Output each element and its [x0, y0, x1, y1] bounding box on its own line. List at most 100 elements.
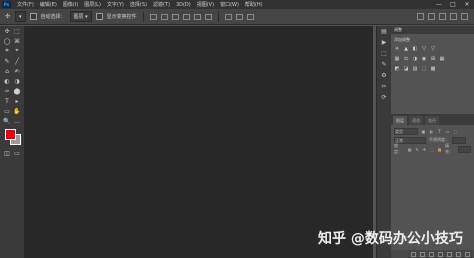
- brush-panel-icon[interactable]: ✎: [377, 59, 391, 70]
- menu-image[interactable]: 图像(I): [60, 1, 81, 8]
- minimize-button[interactable]: —: [432, 1, 446, 8]
- actions-panel-icon[interactable]: ▶: [377, 37, 391, 48]
- link-layers-icon[interactable]: [411, 251, 416, 257]
- lock-pixels-icon[interactable]: ▦: [408, 147, 412, 152]
- new-layer-icon[interactable]: [456, 251, 461, 257]
- brush-tool-icon[interactable]: ╱: [14, 58, 21, 65]
- tool-preset-picker[interactable]: ▾: [15, 11, 26, 22]
- eraser-tool-icon[interactable]: ◐: [4, 78, 11, 85]
- 3d-mode-icon[interactable]: [417, 13, 424, 20]
- foreground-color-swatch[interactable]: [5, 129, 16, 140]
- 3d-mode-icon[interactable]: [428, 13, 435, 20]
- color-balance-icon[interactable]: ⚖: [403, 56, 409, 62]
- eyedropper-tool-icon[interactable]: ⌖: [14, 47, 21, 55]
- distribute-icon[interactable]: [235, 13, 243, 20]
- marquee-tool-icon[interactable]: ⬚: [14, 28, 21, 35]
- align-left-icon[interactable]: [149, 13, 157, 20]
- 3d-mode-icon[interactable]: [450, 13, 457, 20]
- pen-tool-icon[interactable]: ✑: [4, 88, 11, 95]
- screen-mode-icon[interactable]: ▭: [14, 150, 21, 157]
- align-top-icon[interactable]: [182, 13, 190, 20]
- settings-panel-icon[interactable]: ⚙: [377, 70, 391, 81]
- filter-smart-icon[interactable]: ⬚: [453, 129, 458, 134]
- menu-edit[interactable]: 编辑(E): [37, 1, 60, 8]
- menu-help[interactable]: 帮助(H): [242, 1, 266, 8]
- healing-brush-tool-icon[interactable]: ✎: [4, 58, 11, 65]
- menu-type[interactable]: 文字(Y): [104, 1, 127, 8]
- levels-icon[interactable]: ▲: [403, 46, 409, 52]
- menu-layer[interactable]: 图层(L): [81, 1, 104, 8]
- auto-select-checkbox[interactable]: [29, 13, 37, 20]
- invert-icon[interactable]: ◩: [394, 66, 400, 72]
- exposure-icon[interactable]: ▽: [421, 46, 427, 52]
- quick-mask-icon[interactable]: ◫: [4, 150, 11, 157]
- type-tool-icon[interactable]: T: [4, 98, 11, 105]
- gradient-map-icon[interactable]: ▩: [430, 66, 436, 72]
- align-middle-icon[interactable]: [193, 13, 201, 20]
- rectangle-tool-icon[interactable]: ▭: [4, 108, 11, 115]
- fill-field[interactable]: [458, 145, 471, 153]
- layer-style-icon[interactable]: [420, 251, 425, 257]
- clone-stamp-tool-icon[interactable]: ⌂: [4, 68, 11, 75]
- tool-presets-panel-icon[interactable]: ⟳: [377, 92, 391, 103]
- move-tool-icon[interactable]: ✣: [4, 28, 11, 35]
- document-canvas-area[interactable]: [25, 26, 373, 258]
- hue-saturation-icon[interactable]: ▦: [394, 56, 400, 62]
- history-brush-tool-icon[interactable]: ✍: [14, 68, 21, 75]
- channel-mixer-icon[interactable]: ⊞: [430, 56, 436, 62]
- 3d-mode-icon[interactable]: [439, 13, 446, 20]
- layer-dropdown[interactable]: 图层 ▾: [69, 11, 92, 22]
- hand-tool-icon[interactable]: ✋: [13, 108, 20, 115]
- path-select-tool-icon[interactable]: ▸: [14, 98, 21, 105]
- menu-view[interactable]: 视图(V): [194, 1, 217, 8]
- clone-source-panel-icon[interactable]: ✂: [377, 81, 391, 92]
- lock-all-icon[interactable]: 🔒: [437, 147, 442, 152]
- lasso-tool-icon[interactable]: ◯: [4, 38, 11, 45]
- align-bottom-icon[interactable]: [204, 13, 212, 20]
- tab-paths[interactable]: 路径: [425, 116, 439, 125]
- menu-file[interactable]: 文件(F): [14, 1, 37, 8]
- dodge-tool-icon[interactable]: ⬤: [14, 88, 21, 95]
- more-tools-icon[interactable]: …: [14, 118, 21, 125]
- posterize-icon[interactable]: ◪: [403, 66, 409, 72]
- black-white-icon[interactable]: ◑: [412, 56, 418, 62]
- menu-window[interactable]: 窗口(W): [217, 1, 242, 8]
- distribute-icon[interactable]: [224, 13, 232, 20]
- zoom-tool-icon[interactable]: 🔍: [3, 118, 10, 125]
- properties-panel-icon[interactable]: ⬚: [377, 48, 391, 59]
- show-transform-checkbox[interactable]: [95, 13, 103, 20]
- photo-filter-icon[interactable]: ◉: [421, 56, 427, 62]
- filter-pixel-icon[interactable]: ▣: [421, 129, 426, 134]
- close-button[interactable]: ✕: [460, 1, 474, 8]
- tab-layers[interactable]: 图层: [393, 116, 407, 125]
- vibrance-icon[interactable]: ▽: [430, 46, 436, 52]
- lock-position-icon[interactable]: ✣: [422, 147, 426, 152]
- menu-filter[interactable]: 滤镜(T): [150, 1, 173, 8]
- filter-adjust-icon[interactable]: ◐: [429, 129, 434, 134]
- layer-kind-filter[interactable]: 类型: [394, 127, 418, 135]
- workspace-icon[interactable]: [461, 13, 468, 20]
- crop-tool-icon[interactable]: ⌗: [4, 47, 11, 55]
- selective-color-icon[interactable]: ⬚: [421, 66, 427, 72]
- filter-shape-icon[interactable]: ▭: [445, 129, 450, 134]
- quick-select-tool-icon[interactable]: ⌘: [14, 38, 21, 45]
- filter-type-icon[interactable]: T: [437, 129, 442, 134]
- gradient-tool-icon[interactable]: ◑: [14, 78, 21, 85]
- distribute-icon[interactable]: [246, 13, 254, 20]
- brightness-contrast-icon[interactable]: ☀: [394, 46, 400, 52]
- tab-adjustments[interactable]: 调整: [394, 27, 402, 33]
- maximize-button[interactable]: □: [446, 1, 460, 8]
- menu-select[interactable]: 选择(S): [127, 1, 150, 8]
- menu-3d[interactable]: 3D(D): [173, 2, 194, 8]
- lock-brush-icon[interactable]: ✎: [415, 147, 419, 152]
- align-center-icon[interactable]: [160, 13, 168, 20]
- adjustment-layer-icon[interactable]: [438, 251, 443, 257]
- layer-mask-icon[interactable]: [429, 251, 434, 257]
- threshold-icon[interactable]: ▨: [412, 66, 418, 72]
- color-lookup-icon[interactable]: ▦: [439, 56, 445, 62]
- lock-artboard-icon[interactable]: ⬚: [430, 147, 434, 152]
- curves-icon[interactable]: ◧: [412, 46, 418, 52]
- tab-channels[interactable]: 通道: [409, 116, 423, 125]
- trash-icon[interactable]: [465, 251, 470, 257]
- new-group-icon[interactable]: [447, 251, 452, 257]
